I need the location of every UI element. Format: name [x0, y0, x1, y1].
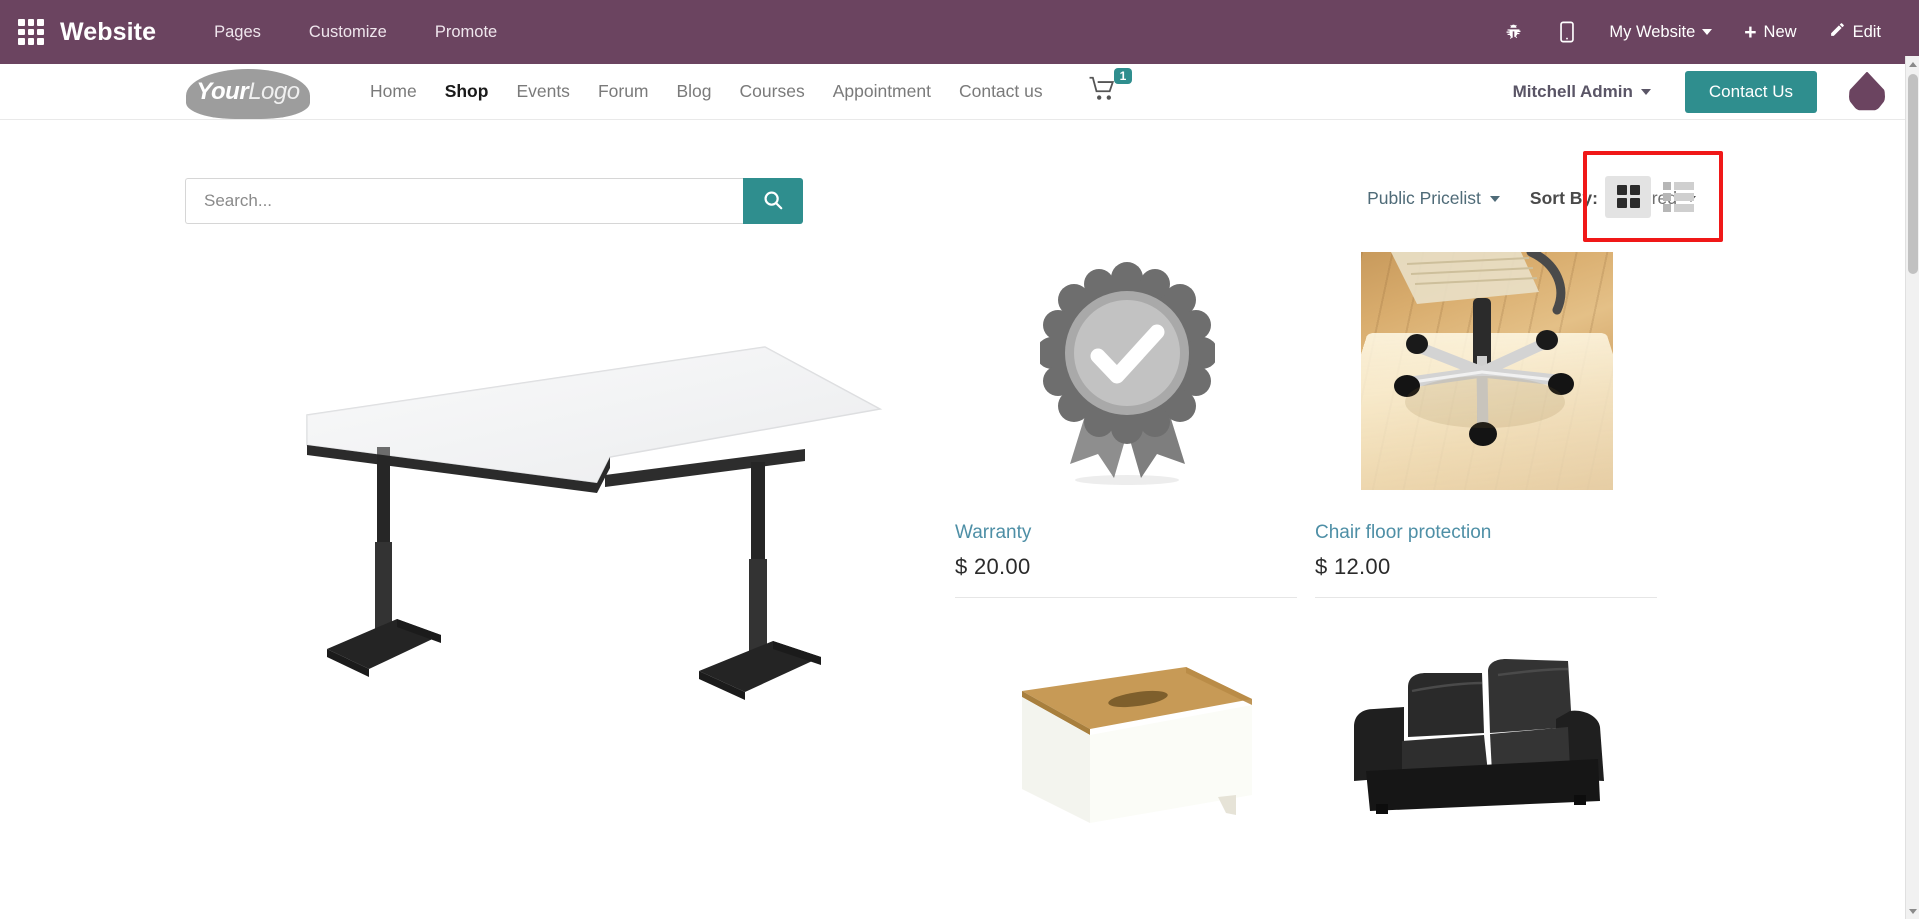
odoo-system-topbar: Website Pages Customize Promote My Websi…: [0, 0, 1919, 64]
nav-link-shop[interactable]: Shop: [431, 75, 503, 108]
pricelist-dropdown[interactable]: Public Pricelist: [1363, 182, 1504, 215]
search-input[interactable]: [185, 178, 743, 224]
list-view-button[interactable]: [1655, 176, 1701, 218]
search-icon: [762, 189, 784, 214]
cart-button[interactable]: 1: [1083, 68, 1139, 111]
website-selector-label: My Website: [1609, 22, 1696, 41]
chevron-down-icon: [1489, 195, 1500, 202]
bug-icon[interactable]: [1486, 17, 1541, 48]
website-navbar: YourLogo Home Shop Events Forum Blog Cou…: [0, 64, 1905, 120]
edit-button[interactable]: Edit: [1813, 13, 1897, 51]
chevron-down-icon: [1702, 29, 1713, 35]
plus-icon: +: [1744, 20, 1757, 44]
topbar-menu: Pages Customize Promote: [190, 15, 521, 50]
product-image-wrap: [1315, 598, 1659, 876]
logo-text-primary: Your: [196, 77, 249, 105]
navbar-right-group: Mitchell Admin Contact Us: [1513, 70, 1905, 113]
white-storage-box-cork-lid-image: [1022, 666, 1252, 823]
cart-count-badge: 1: [1113, 68, 1133, 84]
product-price: $ 12.00: [1315, 553, 1391, 579]
topbar-menu-promote[interactable]: Promote: [411, 15, 521, 50]
droplet-shape: [1849, 71, 1885, 111]
scrollbar-thumb[interactable]: [1908, 74, 1918, 274]
app-brand-name[interactable]: Website: [60, 18, 156, 47]
grid-view-button[interactable]: [1605, 175, 1651, 218]
page-scrollbar[interactable]: [1905, 56, 1919, 919]
nav-link-appointment[interactable]: Appointment: [819, 75, 945, 108]
nav-link-events[interactable]: Events: [502, 75, 584, 108]
nav-link-contact-us[interactable]: Contact us: [945, 75, 1057, 108]
chair-floor-mat-photo: [1361, 252, 1613, 490]
nav-link-blog[interactable]: Blog: [663, 75, 726, 108]
office-chair-base-art: [1391, 252, 1574, 446]
search-submit-button[interactable]: [743, 178, 803, 224]
product-image-wrap: [1315, 232, 1659, 510]
mobile-preview-icon[interactable]: [1541, 15, 1593, 49]
scroll-down-arrow[interactable]: [1906, 903, 1919, 919]
product-image-wrap: [955, 232, 1299, 510]
product-name[interactable]: Warranty: [955, 522, 1299, 545]
pencil-icon: [1829, 21, 1846, 43]
new-button-label: New: [1763, 22, 1797, 41]
product-name[interactable]: Chair floor protection: [1315, 522, 1659, 545]
warranty-badge-checkmark-icon: [1039, 262, 1215, 485]
nav-link-forum[interactable]: Forum: [584, 75, 663, 108]
nav-link-home[interactable]: Home: [356, 75, 431, 108]
website-selector[interactable]: My Website: [1593, 15, 1728, 50]
product-card-warranty[interactable]: Warranty $ 20.00: [955, 232, 1315, 598]
product-image-wrap: [955, 598, 1299, 876]
new-button[interactable]: + New: [1728, 14, 1812, 51]
product-grid: Warranty $ 20.00 Chair floor protection …: [955, 232, 1675, 906]
logo-text: YourLogo: [196, 77, 300, 106]
nav-link-courses[interactable]: Courses: [726, 75, 819, 108]
scroll-up-arrow[interactable]: [1906, 56, 1919, 72]
search-group: [185, 178, 803, 224]
user-menu[interactable]: Mitchell Admin: [1513, 82, 1651, 102]
apps-grid-icon[interactable]: [18, 19, 44, 45]
view-toggle-annotation-box: [1583, 151, 1723, 242]
product-price: $ 20.00: [955, 553, 1031, 579]
user-menu-label: Mitchell Admin: [1512, 81, 1633, 101]
shop-product-area: Warranty $ 20.00 Chair floor protection …: [0, 232, 1905, 919]
topbar-menu-customize[interactable]: Customize: [285, 15, 411, 50]
topbar-menu-pages[interactable]: Pages: [190, 15, 285, 50]
edit-button-label: Edit: [1852, 22, 1881, 41]
pricelist-dropdown-label: Public Pricelist: [1367, 188, 1481, 208]
hero-product-corner-desk[interactable]: [185, 232, 945, 792]
odoo-droplet-icon[interactable]: [1849, 71, 1885, 112]
contact-us-cta-button[interactable]: Contact Us: [1684, 70, 1817, 113]
site-logo[interactable]: YourLogo: [178, 68, 318, 119]
logo-text-secondary: Logo: [248, 77, 300, 105]
product-card-chair-floor-protection[interactable]: Chair floor protection $ 12.00: [1315, 232, 1675, 598]
black-leather-sofa-image: [1354, 659, 1604, 815]
topbar-right-group: My Website + New Edit: [1486, 13, 1919, 51]
website-nav-links: Home Shop Events Forum Blog Courses Appo…: [356, 75, 1057, 108]
corner-desk-image: [306, 346, 883, 700]
product-card-storage-box[interactable]: [955, 598, 1315, 906]
list-view-icon: [1662, 181, 1694, 212]
product-card-sofa[interactable]: [1315, 598, 1675, 906]
grid-view-icon: [1616, 185, 1640, 208]
chevron-down-icon: [1640, 88, 1651, 95]
